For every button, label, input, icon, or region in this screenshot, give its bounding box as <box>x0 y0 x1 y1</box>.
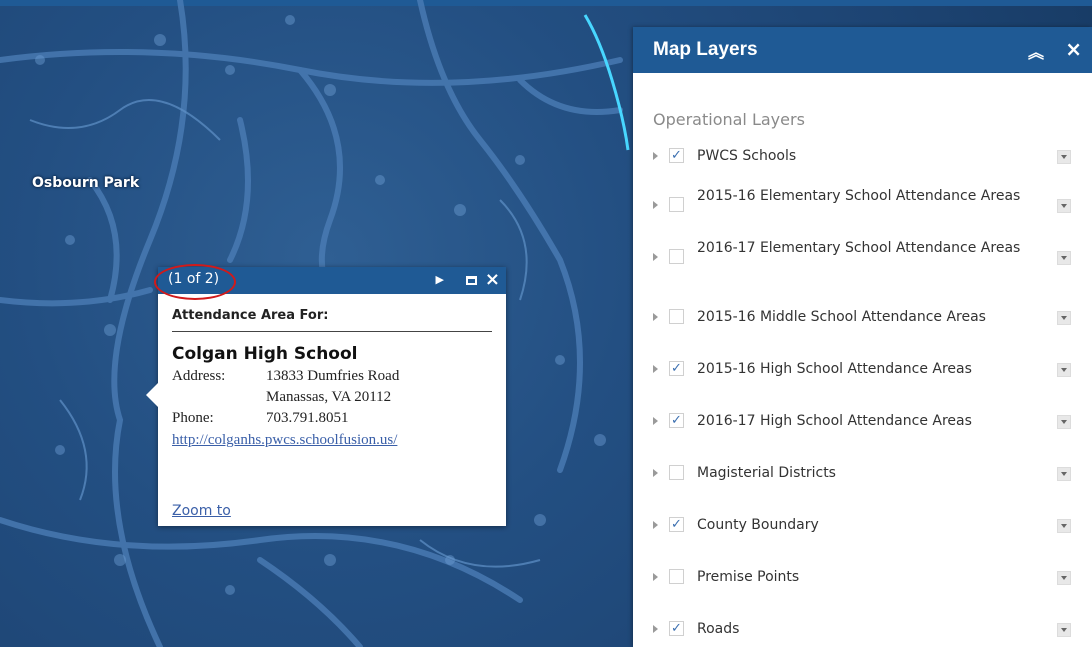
layer-checkbox[interactable] <box>669 249 684 264</box>
address-row-2: Manassas, VA 20112 <box>172 389 492 410</box>
layer-label: County Boundary <box>697 517 819 533</box>
popup-title: Attendance Area For: <box>172 302 492 332</box>
address-line-1: 13833 Dumfries Road <box>266 368 400 384</box>
layer-label: 2016-17 Elementary School Attendance Are… <box>697 240 1021 256</box>
expand-arrow-icon[interactable] <box>653 417 658 425</box>
expand-arrow-icon[interactable] <box>653 521 658 529</box>
info-popup: (1 of 2) ▶ × Attendance Area For: Colgan… <box>146 264 506 526</box>
layer-label: Magisterial Districts <box>697 465 836 481</box>
layer-checkbox[interactable] <box>669 197 684 212</box>
layer-checkbox[interactable]: ✓ <box>669 621 684 636</box>
expand-arrow-icon[interactable] <box>653 365 658 373</box>
zoom-to-link[interactable]: Zoom to <box>172 503 231 519</box>
popup-pointer <box>146 383 158 407</box>
panel-header: Map Layers ︽ × <box>633 27 1092 73</box>
layer-checkbox[interactable]: ✓ <box>669 148 684 163</box>
expand-arrow-icon[interactable] <box>653 469 658 477</box>
address-label: Address: <box>172 368 226 384</box>
school-name: Colgan High School <box>172 344 358 364</box>
layer-options-dropdown-icon[interactable] <box>1057 150 1071 164</box>
next-feature-icon[interactable]: ▶ <box>435 271 443 289</box>
panel-title: Map Layers <box>653 39 758 60</box>
close-icon[interactable]: × <box>1065 37 1082 61</box>
layer-label: PWCS Schools <box>697 148 797 164</box>
address-row-1: Address: 13833 Dumfries Road <box>172 368 492 389</box>
expand-arrow-icon[interactable] <box>653 253 658 261</box>
layer-label: Roads <box>697 621 740 637</box>
layer-checkbox[interactable] <box>669 465 684 480</box>
expand-arrow-icon[interactable] <box>653 573 658 581</box>
place-label-osbourn-park: Osbourn Park <box>32 175 140 191</box>
layer-options-dropdown-icon[interactable] <box>1057 519 1071 533</box>
layer-label: 2015-16 Elementary School Attendance Are… <box>697 188 1021 204</box>
layer-label: Premise Points <box>697 569 800 585</box>
maximize-icon[interactable] <box>465 275 477 285</box>
expand-arrow-icon[interactable] <box>653 313 658 321</box>
address-spacer <box>172 389 266 410</box>
popup-close-icon[interactable]: × <box>485 271 500 289</box>
layer-options-dropdown-icon[interactable] <box>1057 415 1071 429</box>
layer-options-dropdown-icon[interactable] <box>1057 363 1071 377</box>
school-website-link[interactable]: http://colganhs.pwcs.schoolfusion.us/ <box>172 432 492 449</box>
highlight-circle <box>154 264 236 300</box>
layer-options-dropdown-icon[interactable] <box>1057 251 1071 265</box>
phone-value: 703.791.8051 <box>266 410 349 426</box>
popup-header: (1 of 2) ▶ × <box>154 264 506 300</box>
layer-options-dropdown-icon[interactable] <box>1057 571 1071 585</box>
map-layers-panel: Map Layers ︽ × Operational Layers ✓ PWCS … <box>633 27 1092 647</box>
layer-options-dropdown-icon[interactable] <box>1057 623 1071 637</box>
expand-arrow-icon[interactable] <box>653 625 658 633</box>
layer-options-dropdown-icon[interactable] <box>1057 199 1071 213</box>
section-label-operational-layers: Operational Layers <box>653 110 805 129</box>
address-line-2: Manassas, VA 20112 <box>266 389 392 405</box>
layer-checkbox[interactable] <box>669 309 684 324</box>
layer-checkbox[interactable]: ✓ <box>669 517 684 532</box>
popup-controls: ▶ × <box>435 271 500 289</box>
phone-label: Phone: <box>172 410 214 426</box>
layer-label: 2015-16 Middle School Attendance Areas <box>697 309 986 325</box>
layer-options-dropdown-icon[interactable] <box>1057 467 1071 481</box>
layer-checkbox[interactable] <box>669 569 684 584</box>
layer-checkbox[interactable]: ✓ <box>669 361 684 376</box>
phone-row: Phone: 703.791.8051 <box>172 410 492 431</box>
expand-arrow-icon[interactable] <box>653 201 658 209</box>
layer-options-dropdown-icon[interactable] <box>1057 311 1071 325</box>
layer-label: 2015-16 High School Attendance Areas <box>697 361 972 377</box>
popup-body: Attendance Area For: Colgan High School … <box>158 294 506 449</box>
expand-arrow-icon[interactable] <box>653 152 658 160</box>
layer-label: 2016-17 High School Attendance Areas <box>697 413 972 429</box>
layer-checkbox[interactable]: ✓ <box>669 413 684 428</box>
double-chevron-up-icon[interactable]: ︽ <box>1028 39 1044 63</box>
